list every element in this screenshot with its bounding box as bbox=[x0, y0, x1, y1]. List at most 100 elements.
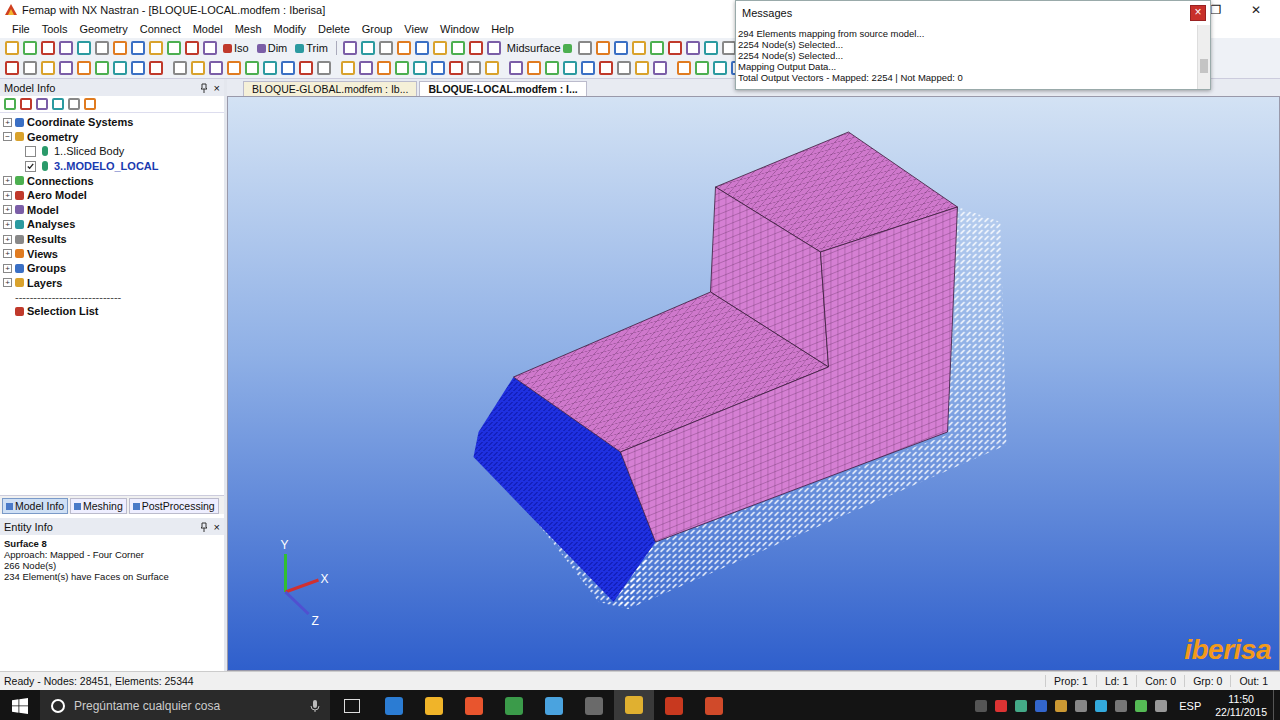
tool-icon[interactable] bbox=[581, 61, 595, 75]
tool-icon[interactable] bbox=[632, 41, 646, 55]
tool-icon[interactable] bbox=[599, 61, 613, 75]
tree-item[interactable]: Selection List bbox=[0, 304, 224, 319]
tool-icon[interactable] bbox=[281, 61, 295, 75]
tree-item[interactable]: −Geometry bbox=[0, 130, 224, 145]
tool-icon[interactable] bbox=[95, 41, 109, 55]
tool-icon[interactable] bbox=[527, 61, 541, 75]
tree-child-item[interactable]: 1..Sliced Body bbox=[0, 144, 224, 159]
tool-icon[interactable] bbox=[317, 61, 331, 75]
tool-icon[interactable] bbox=[341, 61, 355, 75]
tool-icon[interactable] bbox=[449, 61, 463, 75]
midsurface-button[interactable]: Midsurface bbox=[504, 42, 575, 54]
microphone-icon[interactable] bbox=[310, 699, 320, 713]
tree-item[interactable]: +Analyses bbox=[0, 217, 224, 232]
pin-icon[interactable] bbox=[200, 83, 208, 93]
taskbar-app-icon[interactable] bbox=[454, 690, 494, 720]
tool-icon[interactable] bbox=[695, 61, 709, 75]
tool-icon[interactable] bbox=[131, 61, 145, 75]
tool-icon[interactable] bbox=[23, 41, 37, 55]
taskbar-app-icon[interactable] bbox=[614, 690, 654, 720]
tool-icon[interactable] bbox=[545, 61, 559, 75]
panel-tab[interactable]: Meshing bbox=[70, 498, 127, 514]
tray-icon[interactable] bbox=[1055, 700, 1067, 712]
tray-icon[interactable] bbox=[1015, 700, 1027, 712]
taskbar-app-icon[interactable] bbox=[414, 690, 454, 720]
scrollbar[interactable] bbox=[1197, 25, 1210, 89]
tool-icon[interactable] bbox=[299, 61, 313, 75]
menu-item[interactable]: Help bbox=[485, 23, 520, 35]
window-control[interactable]: ✕ bbox=[1236, 3, 1276, 17]
tray-icon[interactable] bbox=[1095, 700, 1107, 712]
language-indicator[interactable]: ESP bbox=[1179, 700, 1201, 712]
tool-icon[interactable] bbox=[395, 61, 409, 75]
taskbar-app-icon[interactable] bbox=[374, 690, 414, 720]
tool-icon[interactable] bbox=[563, 61, 577, 75]
pin-icon[interactable] bbox=[200, 522, 208, 532]
tree-tool-icon[interactable] bbox=[20, 98, 32, 110]
tool-icon[interactable] bbox=[359, 61, 373, 75]
close-button[interactable]: × bbox=[214, 82, 220, 94]
tool-icon[interactable] bbox=[677, 61, 691, 75]
taskbar-app-icon[interactable] bbox=[494, 690, 534, 720]
tool-icon[interactable] bbox=[5, 61, 19, 75]
tool-icon[interactable] bbox=[467, 61, 481, 75]
tool-button[interactable]: Iso bbox=[220, 42, 252, 54]
tool-icon[interactable] bbox=[113, 41, 127, 55]
taskbar-app-icon[interactable] bbox=[694, 690, 734, 720]
menu-item[interactable]: Connect bbox=[134, 23, 187, 35]
search-box[interactable]: Pregúntame cualquier cosa bbox=[40, 690, 330, 720]
tool-icon[interactable] bbox=[59, 41, 73, 55]
tree-tool-icon[interactable] bbox=[84, 98, 96, 110]
tool-icon[interactable] bbox=[227, 61, 241, 75]
tray-icon[interactable] bbox=[1035, 700, 1047, 712]
expand-toggle[interactable]: + bbox=[3, 118, 12, 127]
menu-item[interactable]: Tools bbox=[36, 23, 74, 35]
tool-icon[interactable] bbox=[77, 41, 91, 55]
tool-icon[interactable] bbox=[379, 41, 393, 55]
tool-icon[interactable] bbox=[95, 61, 109, 75]
tool-icon[interactable] bbox=[596, 41, 610, 55]
tool-icon[interactable] bbox=[397, 41, 411, 55]
expand-toggle[interactable]: + bbox=[3, 205, 12, 214]
task-view-icon[interactable] bbox=[344, 699, 360, 713]
tool-icon[interactable] bbox=[131, 41, 145, 55]
tray-icon[interactable] bbox=[1155, 700, 1167, 712]
tool-icon[interactable] bbox=[722, 41, 736, 55]
tool-icon[interactable] bbox=[5, 41, 19, 55]
tree-item[interactable]: +Layers bbox=[0, 276, 224, 291]
tree-child-item[interactable]: 3..MODELO_LOCAL bbox=[0, 159, 224, 174]
tray-icon[interactable] bbox=[975, 700, 987, 712]
expand-toggle[interactable]: + bbox=[3, 264, 12, 273]
tree-item[interactable]: +Aero Model bbox=[0, 188, 224, 203]
tray-icon[interactable] bbox=[1075, 700, 1087, 712]
tool-icon[interactable] bbox=[203, 41, 217, 55]
tool-icon[interactable] bbox=[59, 61, 73, 75]
tool-icon[interactable] bbox=[209, 61, 223, 75]
menu-item[interactable]: View bbox=[398, 23, 434, 35]
tool-icon[interactable] bbox=[617, 61, 631, 75]
menu-item[interactable]: Delete bbox=[312, 23, 356, 35]
tool-icon[interactable] bbox=[668, 41, 682, 55]
tool-icon[interactable] bbox=[149, 41, 163, 55]
tool-icon[interactable] bbox=[509, 61, 523, 75]
tree-tool-icon[interactable] bbox=[36, 98, 48, 110]
tool-icon[interactable] bbox=[77, 61, 91, 75]
tray-icon[interactable] bbox=[995, 700, 1007, 712]
close-button[interactable]: × bbox=[1190, 5, 1206, 21]
visibility-checkbox[interactable] bbox=[25, 161, 36, 172]
taskbar-app-icon[interactable] bbox=[654, 690, 694, 720]
expand-toggle[interactable]: + bbox=[3, 278, 12, 287]
tool-icon[interactable] bbox=[149, 61, 163, 75]
tray-icon[interactable] bbox=[1115, 700, 1127, 712]
tool-icon[interactable] bbox=[578, 41, 592, 55]
tool-icon[interactable] bbox=[23, 61, 37, 75]
graphics-viewport[interactable]: YXZiberisa bbox=[227, 96, 1280, 671]
menu-item[interactable]: File bbox=[6, 23, 36, 35]
expand-toggle[interactable]: + bbox=[3, 235, 12, 244]
tool-icon[interactable] bbox=[361, 41, 375, 55]
document-tab[interactable]: BLOQUE-LOCAL.modfem : I... bbox=[419, 81, 586, 96]
tool-icon[interactable] bbox=[263, 61, 277, 75]
tool-icon[interactable] bbox=[413, 61, 427, 75]
menu-item[interactable]: Geometry bbox=[73, 23, 133, 35]
close-button[interactable]: × bbox=[214, 521, 220, 533]
